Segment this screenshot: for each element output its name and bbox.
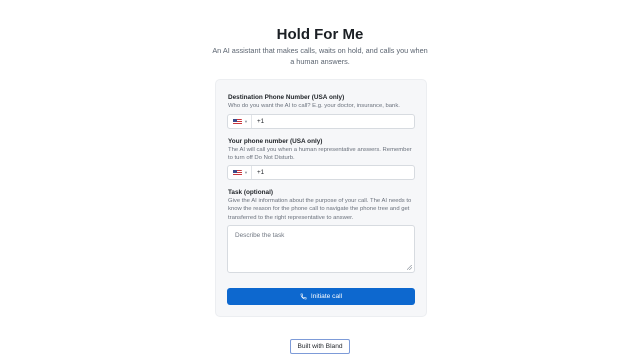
destination-phone-input[interactable]: ▼ +1: [227, 114, 415, 129]
your-phone-input[interactable]: ▼ +1: [227, 165, 415, 180]
initiate-call-button[interactable]: Initiate call: [227, 288, 415, 305]
call-form-card: Destination Phone Number (USA only) Who …: [215, 79, 427, 317]
task-placeholder: Describe the task: [235, 232, 285, 239]
resize-handle-icon[interactable]: [407, 265, 412, 270]
your-phone-dial-code: +1: [256, 169, 265, 176]
destination-phone-label: Destination Phone Number (USA only): [228, 94, 345, 101]
destination-dial-code: +1: [256, 118, 265, 125]
destination-phone-help: Who do you want the AI to call? E.g. you…: [228, 103, 400, 109]
us-flag-icon[interactable]: [233, 118, 242, 125]
phone-icon: [300, 293, 307, 300]
your-phone-label: Your phone number (USA only): [228, 138, 323, 145]
task-label: Task (optional): [228, 189, 273, 196]
task-textarea[interactable]: Describe the task: [227, 225, 415, 273]
page-subtitle: An AI assistant that makes calls, waits …: [212, 46, 428, 66]
page: Hold For Me An AI assistant that makes c…: [0, 0, 640, 360]
input-divider: [250, 166, 252, 179]
chevron-down-icon[interactable]: ▼: [244, 119, 248, 124]
page-title: Hold For Me: [276, 26, 364, 43]
your-phone-help: The AI will call you when a human repres…: [228, 147, 412, 162]
input-divider: [250, 115, 252, 128]
chevron-down-icon[interactable]: ▼: [244, 170, 248, 175]
built-with-bland-button[interactable]: Built with Bland: [290, 339, 350, 354]
us-flag-icon[interactable]: [233, 169, 242, 176]
task-help: Give the AI information about the purpos…: [228, 198, 412, 221]
initiate-call-label: Initiate call: [310, 293, 343, 300]
